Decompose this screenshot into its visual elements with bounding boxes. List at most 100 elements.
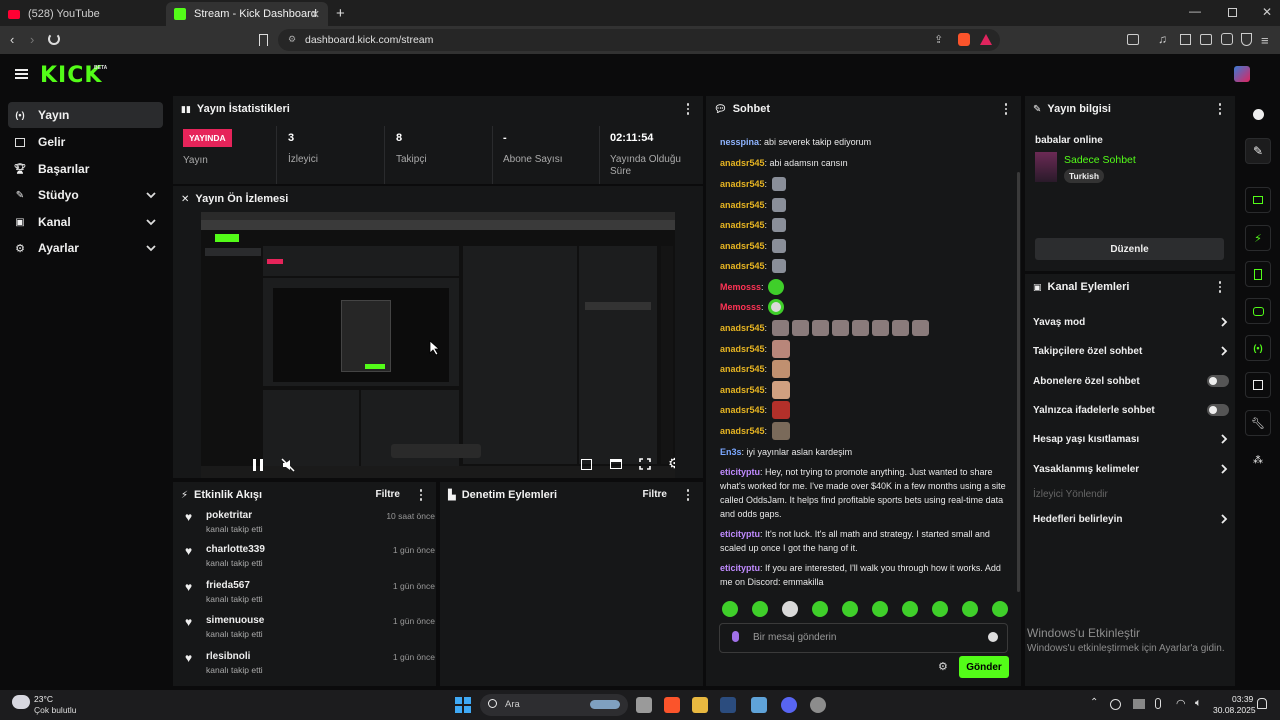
action-subscribers-only[interactable]: Abonelere özel sohbet bbox=[1033, 370, 1229, 392]
weather-desc[interactable]: Çok bulutlu bbox=[34, 705, 77, 715]
edit-pencil-icon[interactable]: ✎ bbox=[1245, 138, 1271, 164]
emote-button[interactable] bbox=[722, 601, 738, 617]
chat-username[interactable]: anadsr545 bbox=[720, 323, 765, 333]
action-slow-mode[interactable]: Yavaş mod bbox=[1033, 311, 1229, 333]
wifi-icon[interactable]: ◠ bbox=[1176, 697, 1186, 710]
emote-button[interactable] bbox=[782, 601, 798, 617]
vpn-icon[interactable] bbox=[1241, 33, 1252, 46]
action-set-goals[interactable]: Hedefleri belirleyin bbox=[1033, 508, 1229, 530]
weather-temp[interactable]: 23°C bbox=[34, 694, 53, 704]
file-explorer-icon[interactable] bbox=[692, 697, 708, 713]
emote-button[interactable] bbox=[842, 601, 858, 617]
subscribers-only-toggle[interactable] bbox=[1207, 375, 1229, 387]
pip-icon[interactable] bbox=[581, 459, 592, 470]
stream-layout-icon[interactable] bbox=[1245, 187, 1271, 213]
microphone-tray-icon[interactable] bbox=[1155, 698, 1161, 709]
emote-button[interactable] bbox=[812, 601, 828, 617]
windows-start-icon[interactable] bbox=[455, 697, 471, 713]
url-field[interactable]: ⚙ dashboard.kick.com/stream ⇪ bbox=[278, 29, 1000, 51]
nav-kanal[interactable]: ▣ Kanal bbox=[8, 209, 163, 235]
task-view-icon[interactable] bbox=[636, 697, 652, 713]
more-options-icon[interactable] bbox=[1213, 101, 1227, 117]
chat-username[interactable]: eticityptu bbox=[720, 563, 760, 573]
category-name[interactable]: Sadece Sohbet bbox=[1064, 154, 1136, 166]
tab-youtube[interactable]: (528) YouTube bbox=[0, 2, 166, 26]
menu-icon[interactable]: ≡ bbox=[1261, 33, 1269, 48]
send-button[interactable]: Gönder bbox=[959, 656, 1009, 678]
microphone-icon[interactable] bbox=[732, 631, 739, 642]
chat-username[interactable]: anadsr545 bbox=[720, 426, 765, 436]
lightning-rail-icon[interactable]: ⚡︎ bbox=[1245, 225, 1271, 251]
sync-icon[interactable] bbox=[1110, 699, 1121, 710]
pause-button[interactable] bbox=[253, 459, 263, 471]
stream-preview-video[interactable]: ⚙ bbox=[201, 212, 675, 478]
app-icon-2[interactable] bbox=[810, 697, 826, 713]
chat-username[interactable]: anadsr545 bbox=[720, 241, 765, 251]
emote-button[interactable] bbox=[752, 601, 768, 617]
chat-username[interactable]: Memosss bbox=[720, 282, 761, 292]
new-tab-button[interactable]: + bbox=[336, 5, 345, 22]
close-window-button[interactable]: ✕ bbox=[1262, 5, 1272, 19]
close-tab-icon[interactable]: ✕ bbox=[311, 8, 320, 21]
emote-button[interactable] bbox=[962, 601, 978, 617]
nav-ayarlar[interactable]: ⚙ Ayarlar bbox=[8, 235, 163, 261]
nav-yayin[interactable]: (•) Yayın bbox=[8, 102, 163, 128]
edit-button[interactable]: Düzenle bbox=[1035, 238, 1224, 260]
more-options-icon[interactable] bbox=[1213, 279, 1227, 295]
wrench-icon[interactable]: 🔧︎ bbox=[1245, 410, 1271, 436]
nav-basarilar[interactable]: 🏆︎ Başarılar bbox=[8, 156, 163, 182]
fullscreen-icon[interactable] bbox=[639, 458, 651, 470]
forward-icon[interactable]: › bbox=[30, 32, 34, 47]
chat-username[interactable]: anadsr545 bbox=[720, 385, 765, 395]
filter-button[interactable]: Filtre bbox=[376, 489, 400, 500]
action-followers-only[interactable]: Takipçilere özel sohbet bbox=[1033, 340, 1229, 362]
more-options-icon[interactable] bbox=[999, 101, 1013, 117]
app-icon[interactable] bbox=[751, 697, 767, 713]
discord-icon[interactable] bbox=[781, 697, 797, 713]
theater-mode-icon[interactable] bbox=[610, 459, 622, 469]
emoji-picker-icon[interactable] bbox=[988, 632, 998, 642]
follower-name[interactable]: frieda567 bbox=[206, 580, 250, 591]
chat-input[interactable]: Bir mesaj gönderin bbox=[719, 623, 1008, 653]
brave-shields-icon[interactable] bbox=[958, 33, 970, 46]
bookmark-icon[interactable] bbox=[259, 34, 268, 46]
action-account-age[interactable]: Hesap yaşı kısıtlaması bbox=[1033, 428, 1229, 450]
maximize-button[interactable] bbox=[1228, 8, 1237, 17]
reload-icon[interactable] bbox=[48, 33, 60, 45]
action-emote-only[interactable]: Yalnızca ifadelerle sohbet bbox=[1033, 399, 1229, 421]
wallet-icon[interactable] bbox=[1200, 34, 1212, 45]
chat-username[interactable]: eticityptu bbox=[720, 529, 760, 539]
hamburger-menu-icon[interactable] bbox=[15, 69, 28, 79]
user-avatar[interactable] bbox=[1234, 66, 1250, 82]
category-thumbnail[interactable] bbox=[1035, 152, 1057, 182]
chat-username[interactable]: eticityptu bbox=[720, 467, 760, 477]
tray-chevron-icon[interactable]: ⌃ bbox=[1090, 697, 1098, 708]
emote-button[interactable] bbox=[992, 601, 1008, 617]
chat-username[interactable]: anadsr545 bbox=[720, 179, 765, 189]
tray-app-icon[interactable] bbox=[1133, 699, 1145, 709]
emote-button[interactable] bbox=[872, 601, 888, 617]
tab-kick-dashboard[interactable]: Stream - Kick Dashboard ✕ bbox=[166, 2, 328, 26]
chat-rail-icon[interactable] bbox=[1245, 298, 1271, 324]
back-icon[interactable]: ‹ bbox=[10, 32, 14, 47]
brave-taskbar-icon[interactable] bbox=[664, 697, 680, 713]
site-info-icon[interactable]: ⚙ bbox=[288, 34, 296, 45]
volume-icon[interactable]: 🔈︎ bbox=[1195, 697, 1202, 710]
clock-time[interactable]: 03:39 bbox=[1232, 694, 1253, 704]
chat-username[interactable]: anadsr545 bbox=[720, 220, 765, 230]
share-nodes-icon[interactable]: ⁂ bbox=[1245, 447, 1271, 473]
emote-button[interactable] bbox=[902, 601, 918, 617]
chat-username[interactable]: En3s bbox=[720, 447, 742, 457]
nav-studyo[interactable]: ✎ Stüdyo bbox=[8, 182, 163, 208]
taskbar-search[interactable]: Ara bbox=[480, 694, 628, 716]
follower-name[interactable]: poketritar bbox=[206, 510, 252, 521]
notification-bell-icon[interactable] bbox=[1257, 698, 1267, 709]
nav-gelir[interactable]: Gelir bbox=[8, 129, 163, 155]
emote-button[interactable] bbox=[932, 601, 948, 617]
settings-gear-icon[interactable]: ⚙ bbox=[668, 455, 675, 472]
media-icon[interactable]: ♫ bbox=[1158, 32, 1167, 46]
chat-username[interactable]: anadsr545 bbox=[720, 405, 765, 415]
minimize-button[interactable]: — bbox=[1189, 4, 1201, 18]
clipboard-icon[interactable] bbox=[1245, 261, 1271, 287]
reader-mode-icon[interactable] bbox=[1127, 34, 1139, 45]
